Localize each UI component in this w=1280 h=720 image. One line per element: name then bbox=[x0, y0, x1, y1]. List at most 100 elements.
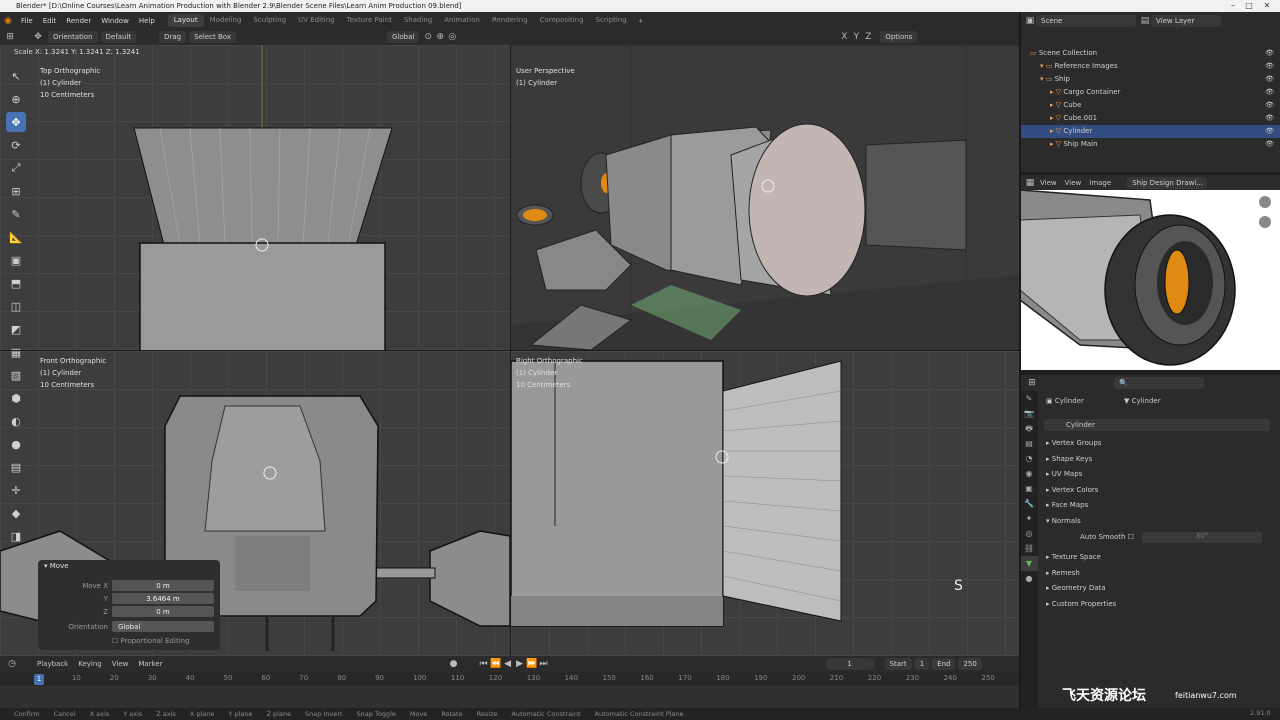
property-section-header[interactable]: ▸ Face Maps bbox=[1046, 501, 1088, 509]
add-cube-tool-icon[interactable]: ▣ bbox=[6, 250, 26, 270]
add-workspace-icon[interactable]: + bbox=[633, 17, 649, 25]
orientation-field[interactable]: Global bbox=[112, 621, 214, 632]
area-divider-right[interactable] bbox=[1019, 12, 1021, 708]
visibility-eye-icon[interactable]: 👁 bbox=[1265, 125, 1274, 138]
outliner-row[interactable]: ▾ ▭ Reference Images 👁 bbox=[1020, 60, 1280, 73]
transform-pivot-icon[interactable]: ✥ bbox=[32, 31, 44, 43]
mesh-name-field[interactable]: Cylinder bbox=[1044, 419, 1270, 431]
rotate-tool-icon[interactable]: ⟳ bbox=[6, 135, 26, 155]
tab-layout[interactable]: Layout bbox=[167, 14, 204, 27]
proportional-editing-checkbox[interactable]: ☐ Proportional Editing bbox=[112, 635, 189, 647]
redo-panel-title[interactable]: ▾ Move bbox=[38, 560, 220, 573]
property-section-header[interactable]: ▸ Geometry Data bbox=[1046, 584, 1106, 592]
properties-search[interactable]: 🔍 bbox=[1114, 377, 1204, 389]
play-icon[interactable]: ▶ bbox=[514, 658, 526, 670]
axis-x-toggle[interactable]: X bbox=[838, 31, 850, 43]
smooth-tool-icon[interactable]: ● bbox=[6, 434, 26, 454]
tab-sculpting[interactable]: Sculpting bbox=[247, 14, 292, 27]
output-tab-icon[interactable]: 🖶 bbox=[1020, 421, 1038, 436]
move-z-field[interactable]: 0 m bbox=[112, 606, 214, 617]
mesh-data-tab-icon[interactable]: ▼ bbox=[1020, 556, 1038, 571]
properties-editor-icon[interactable]: ⊞ bbox=[1026, 377, 1038, 389]
tab-modeling[interactable]: Modeling bbox=[204, 14, 248, 27]
spin-tool-icon[interactable]: ◐ bbox=[6, 411, 26, 431]
inset-tool-icon[interactable]: ◫ bbox=[6, 296, 26, 316]
scene-tab-icon[interactable]: ◔ bbox=[1020, 451, 1038, 466]
proportional-edit-icon[interactable]: ◎ bbox=[446, 31, 458, 43]
transform-tool-icon[interactable]: ⊞ bbox=[6, 181, 26, 201]
property-section-header[interactable]: ▸ UV Maps bbox=[1046, 470, 1082, 478]
knife-tool-icon[interactable]: ▧ bbox=[6, 365, 26, 385]
outliner-row[interactable]: ▸ ▽ Cube.001 👁 bbox=[1020, 112, 1280, 125]
drag-dropdown[interactable]: Select Box bbox=[189, 31, 236, 43]
scene-selector[interactable]: Scene bbox=[1036, 14, 1136, 27]
timeline-playhead[interactable]: 1 bbox=[34, 674, 44, 685]
image-view-menu[interactable]: View bbox=[1036, 179, 1061, 187]
outliner[interactable]: ▭ Scene Collection 👁 ▾ ▭ Reference Images 👁… bbox=[1020, 29, 1280, 172]
auto-smooth-angle-field[interactable]: 30° bbox=[1142, 532, 1262, 543]
snap-icon[interactable]: ⊕ bbox=[434, 31, 446, 43]
options-dropdown[interactable]: Options bbox=[880, 31, 918, 43]
visibility-eye-icon[interactable]: 👁 bbox=[1265, 138, 1274, 151]
cursor-tool-icon[interactable]: ⊕ bbox=[6, 89, 26, 109]
outliner-row[interactable]: ▭ Scene Collection 👁 bbox=[1020, 47, 1280, 60]
pivot-point-icon[interactable]: ⊙ bbox=[422, 31, 434, 43]
orientation-dropdown[interactable]: Default bbox=[100, 31, 137, 43]
shrink-tool-icon[interactable]: ✛ bbox=[6, 480, 26, 500]
next-key-icon[interactable]: ⏩ bbox=[526, 658, 538, 670]
view-layer-icon[interactable]: ▤ bbox=[1139, 15, 1151, 27]
outliner-row[interactable]: ▸ ▽ Cube 👁 bbox=[1020, 99, 1280, 112]
timeline-view[interactable]: View bbox=[107, 660, 134, 668]
rip-tool-icon[interactable]: ◨ bbox=[6, 526, 26, 546]
render-tab-icon[interactable]: 📷 bbox=[1020, 406, 1038, 421]
image-editor-type-icon[interactable]: ▦ bbox=[1024, 177, 1036, 189]
material-tab-icon[interactable]: ● bbox=[1020, 571, 1038, 586]
auto-smooth-checkbox[interactable]: Auto Smooth ☐ bbox=[1080, 533, 1134, 541]
measure-tool-icon[interactable]: 📐 bbox=[6, 227, 26, 247]
visibility-eye-icon[interactable]: 👁 bbox=[1265, 112, 1274, 125]
outliner-row[interactable]: ▸ ▽ Cylinder 👁 bbox=[1020, 125, 1280, 138]
visibility-eye-icon[interactable]: 👁 bbox=[1265, 47, 1274, 60]
scale-tool-icon[interactable]: ⤢ bbox=[6, 158, 26, 178]
poly-build-tool-icon[interactable]: ⬢ bbox=[6, 388, 26, 408]
record-icon[interactable]: ● bbox=[448, 658, 460, 670]
extrude-tool-icon[interactable]: ⬒ bbox=[6, 273, 26, 293]
property-section-header[interactable]: ▸ Texture Space bbox=[1046, 553, 1101, 561]
jump-end-icon[interactable]: ⏭ bbox=[538, 658, 550, 670]
viewport-right[interactable]: Right Orthographic (1) Cylinder 10 Centi… bbox=[511, 351, 1020, 656]
prev-key-icon[interactable]: ⏪ bbox=[490, 658, 502, 670]
viewport-top[interactable]: Top Orthographic (1) Cylinder 10 Centime… bbox=[0, 45, 510, 350]
property-section-header[interactable]: ▸ Custom Properties bbox=[1046, 600, 1116, 608]
tab-animation[interactable]: Animation bbox=[438, 14, 486, 27]
modifier-tab-icon[interactable]: 🔧 bbox=[1020, 496, 1038, 511]
edge-slide-tool-icon[interactable]: ▤ bbox=[6, 457, 26, 477]
world-tab-icon[interactable]: ◉ bbox=[1020, 466, 1038, 481]
shear-tool-icon[interactable]: ◆ bbox=[6, 503, 26, 523]
reference-image-view[interactable] bbox=[1020, 190, 1280, 370]
select-tool-icon[interactable]: ↖ bbox=[6, 66, 26, 86]
play-reverse-icon[interactable]: ◀ bbox=[502, 658, 514, 670]
close-icon[interactable]: ✕ bbox=[1260, 0, 1274, 12]
property-section-header[interactable]: ▸ Vertex Colors bbox=[1046, 486, 1098, 494]
menu-help[interactable]: Help bbox=[134, 17, 160, 25]
view-layer-tab-icon[interactable]: ▤ bbox=[1020, 436, 1038, 451]
move-y-field[interactable]: 3.6464 m bbox=[112, 593, 214, 604]
property-section-header[interactable]: ▸ Shape Keys bbox=[1046, 455, 1092, 463]
tab-texture-paint[interactable]: Texture Paint bbox=[341, 14, 398, 27]
tab-compositing[interactable]: Compositing bbox=[534, 14, 590, 27]
property-section-header[interactable]: ▾ Normals bbox=[1046, 517, 1081, 525]
property-section-header[interactable]: ▸ Remesh bbox=[1046, 569, 1080, 577]
redo-panel-move[interactable]: ▾ Move Move X 0 m Y 3.6464 m Z 0 m Orientat… bbox=[38, 560, 220, 650]
menu-file[interactable]: File bbox=[16, 17, 38, 25]
current-frame-field[interactable]: 1 bbox=[825, 658, 874, 670]
menu-render[interactable]: Render bbox=[61, 17, 96, 25]
start-frame-field[interactable]: 1 bbox=[914, 658, 930, 670]
visibility-eye-icon[interactable]: 👁 bbox=[1265, 60, 1274, 73]
timeline-ruler[interactable]: 1102030405060708090100110120130140150160… bbox=[0, 672, 1020, 686]
tab-uv-editing[interactable]: UV Editing bbox=[292, 14, 341, 27]
axis-y-toggle[interactable]: Y bbox=[850, 31, 862, 43]
physics-tab-icon[interactable]: ◎ bbox=[1020, 526, 1038, 541]
tool-tab-icon[interactable]: ✎ bbox=[1020, 391, 1038, 406]
timeline-keying[interactable]: Keying bbox=[73, 660, 107, 668]
minimize-icon[interactable]: – bbox=[1226, 0, 1240, 12]
